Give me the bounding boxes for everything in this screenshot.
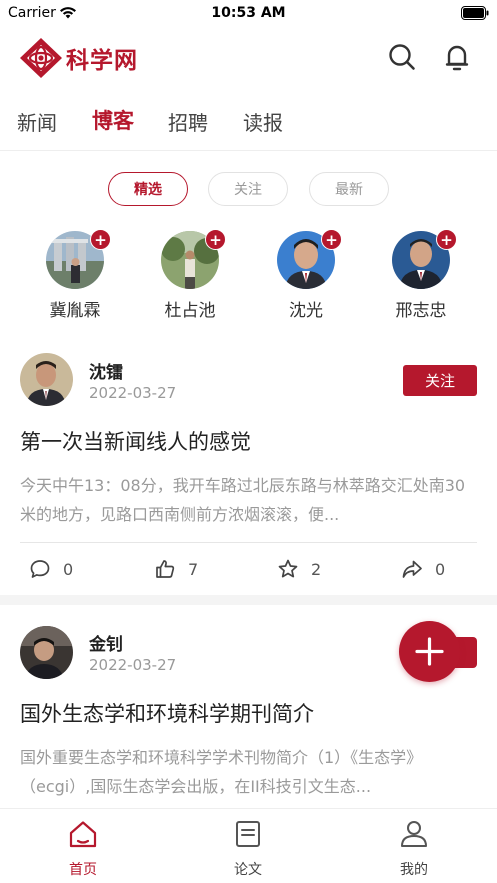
like-count: 7 xyxy=(188,559,199,579)
star-icon xyxy=(278,559,298,578)
recommended-authors: + 冀胤霖 + 杜占池 + 沈光 + 邢志忠 xyxy=(0,228,497,328)
post-title[interactable]: 第一次当新闻线人的感觉 xyxy=(20,426,251,456)
author-item[interactable]: + 杜占池 xyxy=(145,228,235,323)
like-action[interactable]: 7 xyxy=(154,558,198,580)
tab-blog[interactable]: 博客 xyxy=(92,105,134,135)
follow-plus-icon[interactable]: + xyxy=(321,229,342,250)
logo-icon xyxy=(17,36,65,84)
post-excerpt: 国外重要生态学和环境科学学术刊物简介（1）《生态学》（ecgi）,国际生态学会出… xyxy=(20,748,423,796)
favorite-count: 2 xyxy=(311,559,322,579)
post-date: 2022-03-27 xyxy=(89,384,177,402)
section-gap xyxy=(0,595,497,605)
thumbs-up-icon xyxy=(156,560,175,578)
search-icon[interactable] xyxy=(385,40,419,74)
share-action[interactable]: 0 xyxy=(401,558,445,580)
follow-button[interactable]: 关注 xyxy=(403,365,477,396)
follow-plus-icon[interactable]: + xyxy=(205,229,226,250)
share-count: 0 xyxy=(435,559,446,579)
nav-profile-label: 我的 xyxy=(400,862,428,878)
status-bar: Carrier 10:53 AM xyxy=(0,0,497,26)
battery-icon xyxy=(461,5,489,24)
nav-papers[interactable]: 论文 xyxy=(188,809,308,883)
filter-latest[interactable]: 最新 xyxy=(309,172,389,206)
author-item[interactable]: + 沈光 xyxy=(261,228,351,323)
top-tabs: 新闻 博客 招聘 读报 xyxy=(0,100,497,140)
status-time: 10:53 AM xyxy=(211,5,286,21)
bell-icon[interactable] xyxy=(440,40,474,74)
filter-following[interactable]: 关注 xyxy=(208,172,288,206)
author-name: 冀胤霖 xyxy=(49,301,101,321)
nav-home[interactable]: 首页 xyxy=(23,809,143,883)
author-name: 杜占池 xyxy=(164,301,216,321)
post-author-name: 沈镭 xyxy=(89,363,123,383)
bottom-nav: 首页 论文 我的 xyxy=(0,808,497,883)
post-title[interactable]: 国外生态学和环境科学期刊简介 xyxy=(20,698,314,728)
document-icon xyxy=(233,819,263,853)
favorite-action[interactable]: 2 xyxy=(277,558,321,580)
follow-plus-icon[interactable]: + xyxy=(90,229,111,250)
follow-plus-icon[interactable]: + xyxy=(436,229,457,250)
avatar[interactable] xyxy=(20,353,73,406)
post-divider xyxy=(20,542,477,543)
user-icon xyxy=(399,819,429,853)
filter-featured[interactable]: 精选 xyxy=(108,172,188,206)
share-icon xyxy=(402,560,422,578)
comment-icon xyxy=(30,560,50,578)
avatar[interactable] xyxy=(20,626,73,679)
app-header: 科学网 xyxy=(0,30,497,88)
post-author-name: 金钊 xyxy=(89,635,123,655)
post-date: 2022-03-27 xyxy=(89,656,177,674)
comment-action[interactable]: 0 xyxy=(29,558,73,580)
tab-jobs[interactable]: 招聘 xyxy=(168,107,208,136)
logo-text: 科学网 xyxy=(66,48,138,74)
tab-newspaper[interactable]: 读报 xyxy=(243,107,283,136)
post-excerpt: 今天中午13：08分，我开车路过北辰东路与林萃路交汇处南30米的地方，见路口西南… xyxy=(20,476,466,524)
author-name: 邢志忠 xyxy=(395,301,447,321)
author-item[interactable]: + 冀胤霖 xyxy=(30,228,120,323)
tab-news[interactable]: 新闻 xyxy=(17,107,57,136)
home-icon xyxy=(68,819,98,853)
post-card[interactable]: 沈镭 2022-03-27 关注 第一次当新闻线人的感觉 今天中午13：08分，… xyxy=(0,340,497,595)
comment-count: 0 xyxy=(63,559,74,579)
nav-papers-label: 论文 xyxy=(234,862,262,878)
author-item[interactable]: + 邢志忠 xyxy=(376,228,466,323)
plus-icon xyxy=(413,635,446,672)
nav-profile[interactable]: 我的 xyxy=(354,809,474,883)
nav-home-label: 首页 xyxy=(69,862,97,878)
author-name: 沈光 xyxy=(289,301,323,321)
filter-bar: 精选 关注 最新 xyxy=(0,172,497,208)
tabs-divider xyxy=(0,150,497,151)
